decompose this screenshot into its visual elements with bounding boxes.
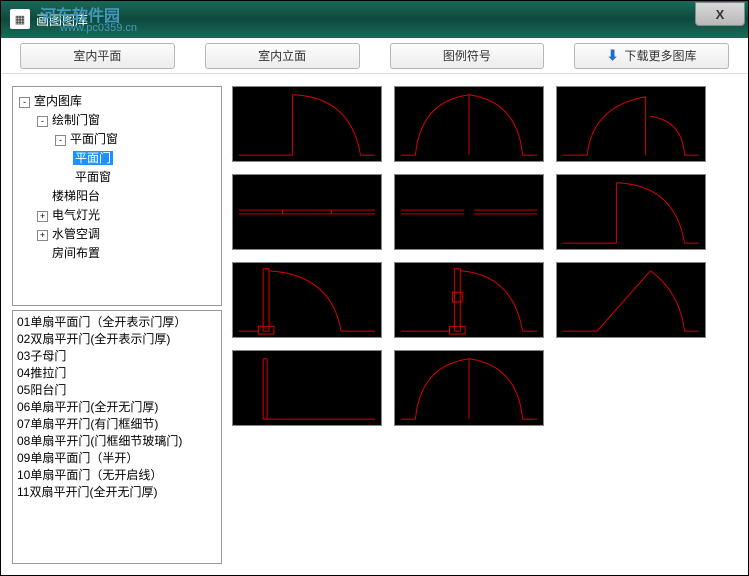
close-button[interactable]: X bbox=[695, 2, 745, 26]
tab-download-label: 下载更多图库 bbox=[624, 47, 696, 64]
tree-node-stairs[interactable]: 楼梯阳台 bbox=[15, 186, 219, 205]
tree-node-plan-window[interactable]: 平面窗 bbox=[15, 167, 219, 186]
thumbnail[interactable] bbox=[232, 262, 382, 338]
expand-icon[interactable]: + bbox=[37, 230, 48, 241]
download-icon: ⬇ bbox=[607, 47, 619, 64]
tree-node-doors-windows[interactable]: -绘制门窗 bbox=[15, 110, 219, 129]
thumbnail[interactable] bbox=[232, 350, 382, 426]
list-item[interactable]: 04推拉门 bbox=[17, 364, 217, 381]
thumbnail[interactable] bbox=[394, 174, 544, 250]
tab-legend-symbols[interactable]: 图例符号 bbox=[390, 43, 545, 69]
expand-icon[interactable]: + bbox=[37, 211, 48, 222]
window-title: 画图图库 bbox=[36, 10, 88, 29]
item-list[interactable]: 01单扇平面门（全开表示门厚） 02双扇平开门(全开表示门厚) 03子母门 04… bbox=[12, 310, 222, 564]
tree-node-plan-door[interactable]: 平面门 bbox=[15, 148, 219, 167]
tab-indoor-elevation[interactable]: 室内立面 bbox=[205, 43, 360, 69]
tree-node-root[interactable]: -室内图库 bbox=[15, 91, 219, 110]
left-panel: -室内图库 -绘制门窗 -平面门窗 平面门 平面窗 楼梯阳台 +电气灯光 +水管… bbox=[12, 86, 222, 564]
thumbnail[interactable] bbox=[394, 350, 544, 426]
titlebar: ▦ 画图图库 河东软件园 www.pc0359.cn X bbox=[0, 0, 749, 38]
collapse-icon[interactable]: - bbox=[55, 135, 66, 146]
list-item[interactable]: 11双扇平开门(全开无门厚) bbox=[17, 483, 217, 500]
thumbnail[interactable] bbox=[556, 262, 706, 338]
list-item[interactable]: 01单扇平面门（全开表示门厚） bbox=[17, 313, 217, 330]
thumbnail-grid bbox=[232, 86, 737, 564]
tree-node-plan-dw[interactable]: -平面门窗 bbox=[15, 129, 219, 148]
list-item[interactable]: 05阳台门 bbox=[17, 381, 217, 398]
tree-node-room-layout[interactable]: 房间布置 bbox=[15, 243, 219, 262]
list-item[interactable]: 09单扇平面门（半开） bbox=[17, 449, 217, 466]
tab-indoor-plan[interactable]: 室内平面 bbox=[20, 43, 175, 69]
tree-node-plumbing[interactable]: +水管空调 bbox=[15, 224, 219, 243]
thumbnail[interactable] bbox=[232, 174, 382, 250]
toolbar: 室内平面 室内立面 图例符号 ⬇ 下载更多图库 bbox=[0, 38, 749, 74]
list-item[interactable]: 06单扇平开门(全开无门厚) bbox=[17, 398, 217, 415]
list-item[interactable]: 03子母门 bbox=[17, 347, 217, 364]
app-icon: ▦ bbox=[10, 9, 30, 29]
tree-node-electrical[interactable]: +电气灯光 bbox=[15, 205, 219, 224]
tree-view[interactable]: -室内图库 -绘制门窗 -平面门窗 平面门 平面窗 楼梯阳台 +电气灯光 +水管… bbox=[12, 86, 222, 306]
thumbnail[interactable] bbox=[394, 86, 544, 162]
tab-download-more[interactable]: ⬇ 下载更多图库 bbox=[574, 43, 729, 69]
thumbnail[interactable] bbox=[556, 86, 706, 162]
list-item[interactable]: 07单扇平开门(有门框细节) bbox=[17, 415, 217, 432]
list-item[interactable]: 02双扇平开门(全开表示门厚) bbox=[17, 330, 217, 347]
list-item[interactable]: 10单扇平面门（无开启线） bbox=[17, 466, 217, 483]
list-item[interactable]: 08单扇平开门(门框细节玻璃门) bbox=[17, 432, 217, 449]
content-area: -室内图库 -绘制门窗 -平面门窗 平面门 平面窗 楼梯阳台 +电气灯光 +水管… bbox=[0, 74, 749, 576]
thumbnail[interactable] bbox=[394, 262, 544, 338]
thumbnail[interactable] bbox=[232, 86, 382, 162]
thumbnail[interactable] bbox=[556, 174, 706, 250]
collapse-icon[interactable]: - bbox=[37, 116, 48, 127]
collapse-icon[interactable]: - bbox=[19, 97, 30, 108]
